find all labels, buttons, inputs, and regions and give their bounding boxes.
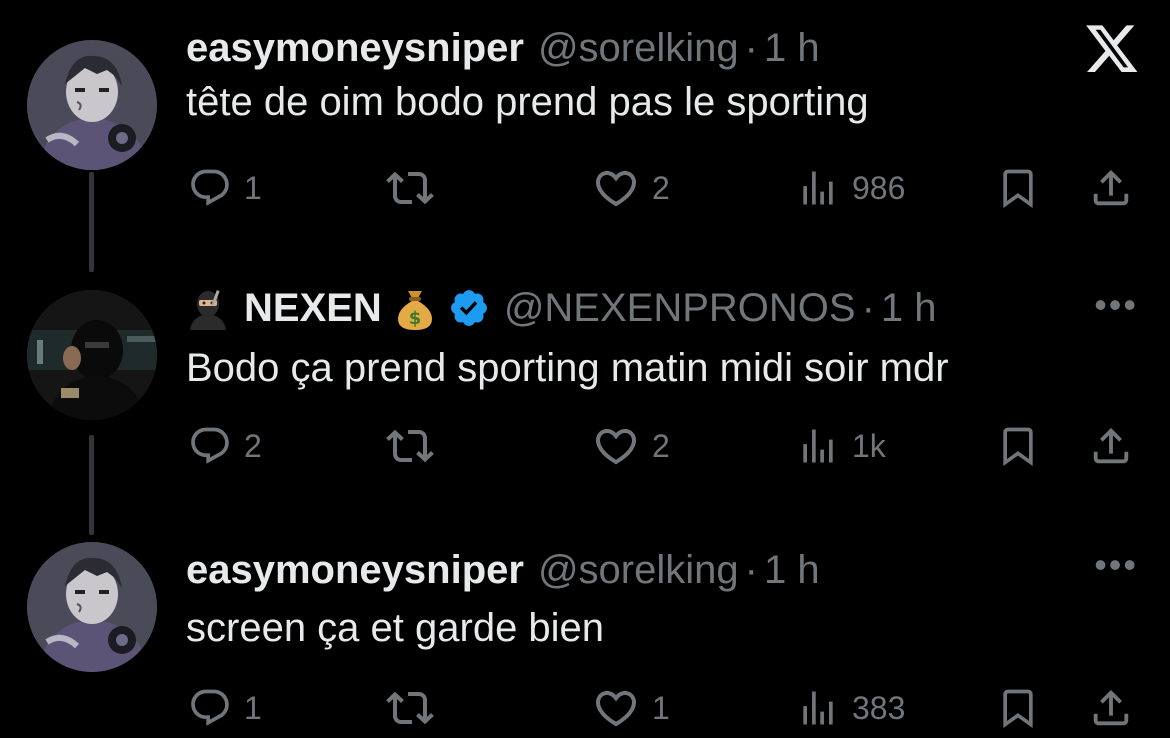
- reply-icon: [191, 689, 229, 726]
- reply-button[interactable]: 1: [188, 678, 262, 738]
- view-count: 1k: [852, 427, 886, 464]
- share-button[interactable]: [1088, 158, 1134, 218]
- views-icon: [803, 429, 833, 463]
- separator-dot: ·: [744, 548, 758, 592]
- user-handle[interactable]: @NEXENPRONOS: [504, 278, 856, 338]
- tweet-2[interactable]: NEXEN $ @NEXENPRONOS · 1 h ••• Bodo ça p…: [0, 278, 1170, 478]
- reply-button[interactable]: 1: [188, 158, 262, 218]
- tweet-1[interactable]: easymoneysniper @sorelking · 1 h tête de…: [0, 18, 1170, 218]
- bookmark-button[interactable]: [996, 158, 1040, 218]
- share-button[interactable]: [1088, 416, 1134, 476]
- reply-icon: [191, 427, 229, 464]
- avatar[interactable]: [27, 40, 157, 170]
- view-count: 383: [852, 689, 906, 726]
- views-icon: [803, 171, 833, 205]
- share-icon: [1093, 427, 1129, 464]
- reply-count: 2: [244, 427, 262, 464]
- display-name[interactable]: NEXEN: [244, 278, 382, 338]
- tweet-text: screen ça et garde bien: [186, 606, 605, 650]
- svg-text:$: $: [409, 308, 422, 329]
- like-button[interactable]: 2: [592, 158, 670, 218]
- share-button[interactable]: [1088, 678, 1134, 738]
- like-count: 2: [652, 427, 670, 464]
- display-name[interactable]: easymoneysniper: [186, 540, 524, 600]
- reply-count: 1: [244, 689, 262, 726]
- retweet-icon: [386, 691, 434, 725]
- share-icon: [1093, 689, 1129, 726]
- bookmark-icon: [1003, 427, 1033, 467]
- timestamp[interactable]: 1 h: [764, 540, 820, 600]
- views-icon: [803, 691, 833, 725]
- bookmark-button[interactable]: [996, 416, 1040, 476]
- avatar-image: [27, 542, 157, 672]
- more-options-button[interactable]: •••: [1094, 544, 1138, 586]
- share-icon: [1093, 169, 1129, 206]
- tweet-text: tête de oim bodo prend pas le sporting: [186, 80, 869, 124]
- money-bag-emoji-icon: $: [394, 285, 436, 331]
- like-count: 1: [652, 689, 670, 726]
- reply-count: 1: [244, 169, 262, 206]
- view-count: 986: [852, 169, 906, 206]
- retweet-icon: [386, 429, 434, 463]
- views-button[interactable]: 986: [796, 158, 905, 218]
- user-handle[interactable]: @sorelking: [538, 540, 739, 600]
- tweet-header: easymoneysniper @sorelking · 1 h: [186, 18, 820, 78]
- user-handle[interactable]: @sorelking: [538, 18, 739, 78]
- tweet-actions: 1 2 986: [0, 158, 1170, 218]
- avatar-image: [27, 290, 157, 420]
- heart-icon: [595, 171, 637, 207]
- retweet-button[interactable]: [386, 678, 434, 738]
- retweet-button[interactable]: [386, 158, 434, 218]
- ninja-emoji-icon: [186, 286, 230, 330]
- display-name[interactable]: easymoneysniper: [186, 18, 524, 78]
- avatar[interactable]: [27, 290, 157, 420]
- bookmark-icon: [1003, 169, 1033, 209]
- like-count: 2: [652, 169, 670, 206]
- tweet-3[interactable]: easymoneysniper @sorelking · 1 h ••• scr…: [0, 540, 1170, 738]
- separator-dot: ·: [861, 286, 875, 330]
- timestamp[interactable]: 1 h: [764, 18, 820, 78]
- timestamp[interactable]: 1 h: [881, 278, 937, 338]
- tweet-actions: 1 1 383: [0, 678, 1170, 738]
- avatar[interactable]: [27, 542, 157, 672]
- retweet-button[interactable]: [386, 416, 434, 476]
- tweet-header: NEXEN $ @NEXENPRONOS · 1 h: [186, 278, 937, 338]
- avatar-image: [27, 40, 157, 170]
- heart-icon: [595, 691, 637, 727]
- views-button[interactable]: 1k: [796, 416, 886, 476]
- tweet-text: Bodo ça prend sporting matin midi soir m…: [186, 346, 949, 390]
- more-options-button[interactable]: •••: [1094, 284, 1138, 326]
- heart-icon: [595, 429, 637, 465]
- tweet-header: easymoneysniper @sorelking · 1 h: [186, 540, 820, 600]
- separator-dot: ·: [744, 26, 758, 70]
- bookmark-button[interactable]: [996, 678, 1040, 738]
- verified-badge-icon[interactable]: [448, 287, 490, 329]
- x-logo-icon[interactable]: [1084, 20, 1140, 81]
- like-button[interactable]: 2: [592, 416, 670, 476]
- reply-button[interactable]: 2: [188, 416, 262, 476]
- tweet-actions: 2 2 1k: [0, 416, 1170, 476]
- like-button[interactable]: 1: [592, 678, 670, 738]
- views-button[interactable]: 383: [796, 678, 905, 738]
- bookmark-icon: [1003, 689, 1033, 729]
- reply-icon: [191, 169, 229, 206]
- retweet-icon: [386, 171, 434, 205]
